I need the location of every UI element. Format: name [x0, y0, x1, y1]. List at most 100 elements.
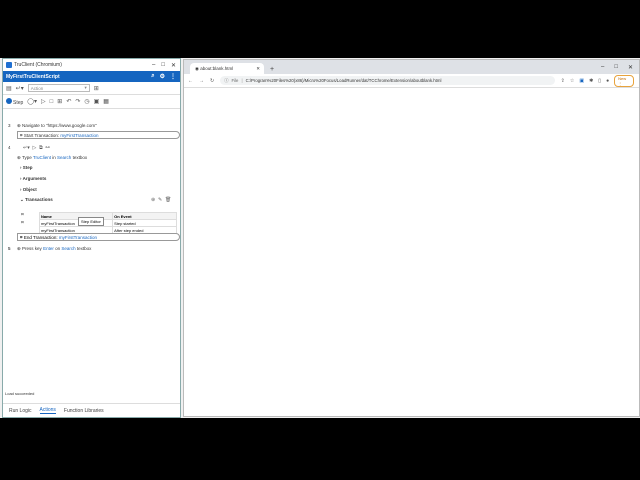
- desktop: TruClient (Chromium) – □ ✕ MyFirstTruCli…: [0, 58, 640, 418]
- section-step[interactable]: › Step: [20, 165, 33, 170]
- tab-close-icon[interactable]: ✕: [256, 66, 264, 72]
- start-transaction-label: Start Transaction:: [23, 132, 60, 138]
- section-transactions[interactable]: ⌄ Transactions: [20, 197, 53, 203]
- tab-function-libraries[interactable]: Function Libraries: [64, 408, 104, 414]
- minimize-icon[interactable]: –: [152, 62, 155, 69]
- close-icon[interactable]: ✕: [171, 62, 176, 69]
- delete-icon[interactable]: 🗑: [165, 197, 171, 203]
- transactions-actions: ⊕ ✎ 🗑: [151, 197, 171, 203]
- truclient-logo-icon: [6, 62, 12, 68]
- tab-run-logic[interactable]: Run Logic: [9, 408, 32, 414]
- add-transaction-icon[interactable]: ⊕: [151, 197, 155, 203]
- save-icon[interactable]: ▣: [94, 98, 100, 105]
- type-in-label: in: [52, 155, 56, 160]
- new-chrome-badge[interactable]: New ⋮: [614, 74, 634, 87]
- sidepanel-icon[interactable]: ▯: [598, 78, 601, 84]
- table-row[interactable]: myFirstTransaction Step started: [38, 219, 177, 227]
- browser-toolbar: ← → ↻ ⓘ File | C:/Program%20Files%20(x86…: [184, 74, 639, 88]
- type-label: Type: [21, 155, 32, 160]
- press-label: Press key: [22, 246, 42, 251]
- export-icon[interactable]: ▦: [103, 98, 109, 105]
- press-on-label: on: [55, 246, 61, 251]
- address-bar[interactable]: ⓘ File | C:/Program%20Files%20(x86)/Micr…: [220, 76, 555, 85]
- forward-icon[interactable]: →: [199, 78, 204, 84]
- clock-icon[interactable]: ◷: [84, 98, 89, 105]
- press-suffix: textbox: [76, 246, 92, 251]
- end-transaction-step[interactable]: ⌗ End Transaction: myFirstTransaction: [17, 233, 180, 241]
- step-number: 5: [8, 246, 11, 251]
- step-number: 3: [8, 123, 11, 128]
- stop-icon[interactable]: □: [50, 99, 54, 105]
- share-icon[interactable]: ⇪: [561, 78, 565, 84]
- truclient-titlebar: TruClient (Chromium) – □ ✕: [3, 59, 180, 71]
- tooltip: Step Editor: [78, 217, 104, 226]
- back-icon[interactable]: ←: [188, 78, 193, 84]
- start-transaction-name: myFirstTransaction: [60, 132, 99, 138]
- toolbox-icon[interactable]: ▤: [6, 85, 12, 92]
- undo-icon[interactable]: ↶: [66, 98, 71, 105]
- link-icon[interactable]: ⚯: [45, 145, 49, 151]
- status-bar: Load succeeded: [5, 391, 35, 396]
- press-target[interactable]: Search: [61, 246, 75, 251]
- browser-tabstrip: ◉ about:blank.html ✕ + – □ ✕: [184, 60, 639, 74]
- step-number: 4: [8, 145, 11, 150]
- edit-icon[interactable]: ✎: [158, 197, 162, 203]
- pause-icon[interactable]: ▷: [41, 98, 46, 105]
- bottom-tabs: Run Logic Actions Function Libraries: [3, 403, 180, 417]
- grid-icon[interactable]: ⊞: [57, 98, 62, 105]
- end-transaction-name: myFirstTransaction: [58, 234, 97, 240]
- info-icon: ⓘ: [224, 77, 229, 83]
- globe-icon: ◉: [195, 65, 199, 71]
- maximize-icon[interactable]: □: [614, 64, 618, 71]
- new-tab-button[interactable]: +: [270, 66, 274, 73]
- action-select[interactable]: Action ▾: [27, 84, 90, 92]
- column-header: On Event: [112, 212, 177, 220]
- reload-icon[interactable]: ↻: [210, 78, 214, 84]
- step-text: Navigate to "https://www.google.com": [22, 123, 97, 128]
- browser-tab[interactable]: ◉ about:blank.html ✕: [190, 63, 264, 74]
- record-mode-icon[interactable]: ↵▾: [16, 85, 24, 92]
- tab-actions[interactable]: Actions: [39, 407, 56, 414]
- step-press-key[interactable]: ⊕ Press key Enter on Search textbox: [17, 246, 91, 252]
- browser-window: ◉ about:blank.html ✕ + – □ ✕ ← → ↻ ⓘ Fil…: [183, 59, 640, 417]
- more-icon[interactable]: ⋮: [170, 73, 176, 80]
- action-select-value: Action: [30, 85, 44, 91]
- step-type[interactable]: ⊕ Type TruClient in Search textbox: [17, 155, 87, 161]
- step-button-label: Step: [13, 99, 24, 106]
- bookmark-star-icon[interactable]: ☆: [570, 78, 574, 84]
- script-name: MyFirstTruClientScript: [6, 73, 60, 80]
- truclient-extension-icon[interactable]: ▣: [579, 78, 584, 84]
- step-navigate[interactable]: ⊕ Navigate to "https://www.google.com": [17, 123, 97, 129]
- close-icon[interactable]: ✕: [628, 64, 633, 71]
- section-object[interactable]: › Object: [20, 187, 37, 192]
- section-arguments[interactable]: › Arguments: [20, 176, 46, 181]
- type-value[interactable]: TruClient: [33, 155, 51, 160]
- start-transaction-icon: ⌗: [21, 212, 24, 218]
- step-button[interactable]: Step: [6, 97, 24, 106]
- settings-icon[interactable]: ⚙: [160, 73, 165, 80]
- copy-icon[interactable]: ⧉: [39, 145, 43, 151]
- play-icon: [6, 97, 12, 104]
- end-transaction-label: End Transaction:: [23, 234, 58, 240]
- table-header-row: Name On Event: [38, 212, 177, 220]
- minimize-icon[interactable]: –: [601, 64, 604, 71]
- play-icon[interactable]: ▷: [32, 145, 36, 151]
- record-mode-icon[interactable]: ↵▾: [23, 145, 30, 151]
- url-text[interactable]: C:/Program%20Files%20(x86)/Micro%20Focus…: [246, 78, 442, 83]
- truclient-window-title: TruClient (Chromium): [14, 62, 62, 68]
- redo-icon[interactable]: ↷: [75, 98, 80, 105]
- add-icon[interactable]: ⊞: [94, 85, 99, 92]
- profile-icon[interactable]: ●: [606, 78, 609, 84]
- search-icon[interactable]: ⌕: [151, 73, 154, 80]
- record-icon[interactable]: ◯▾: [27, 98, 37, 105]
- press-key-value[interactable]: Enter: [43, 246, 54, 251]
- truclient-window: TruClient (Chromium) – □ ✕ MyFirstTruCli…: [2, 58, 181, 418]
- maximize-icon[interactable]: □: [161, 62, 165, 69]
- chevron-down-icon: ▾: [84, 85, 87, 90]
- tab-title: about:blank.html: [200, 66, 234, 71]
- url-scheme: File: [231, 78, 239, 83]
- start-transaction-step[interactable]: ⌗ Start Transaction: myFirstTransaction: [17, 131, 180, 139]
- extensions-icon[interactable]: ✱: [589, 78, 593, 84]
- tx-event-cell[interactable]: Step started: [112, 219, 177, 227]
- type-target[interactable]: Search: [57, 155, 71, 160]
